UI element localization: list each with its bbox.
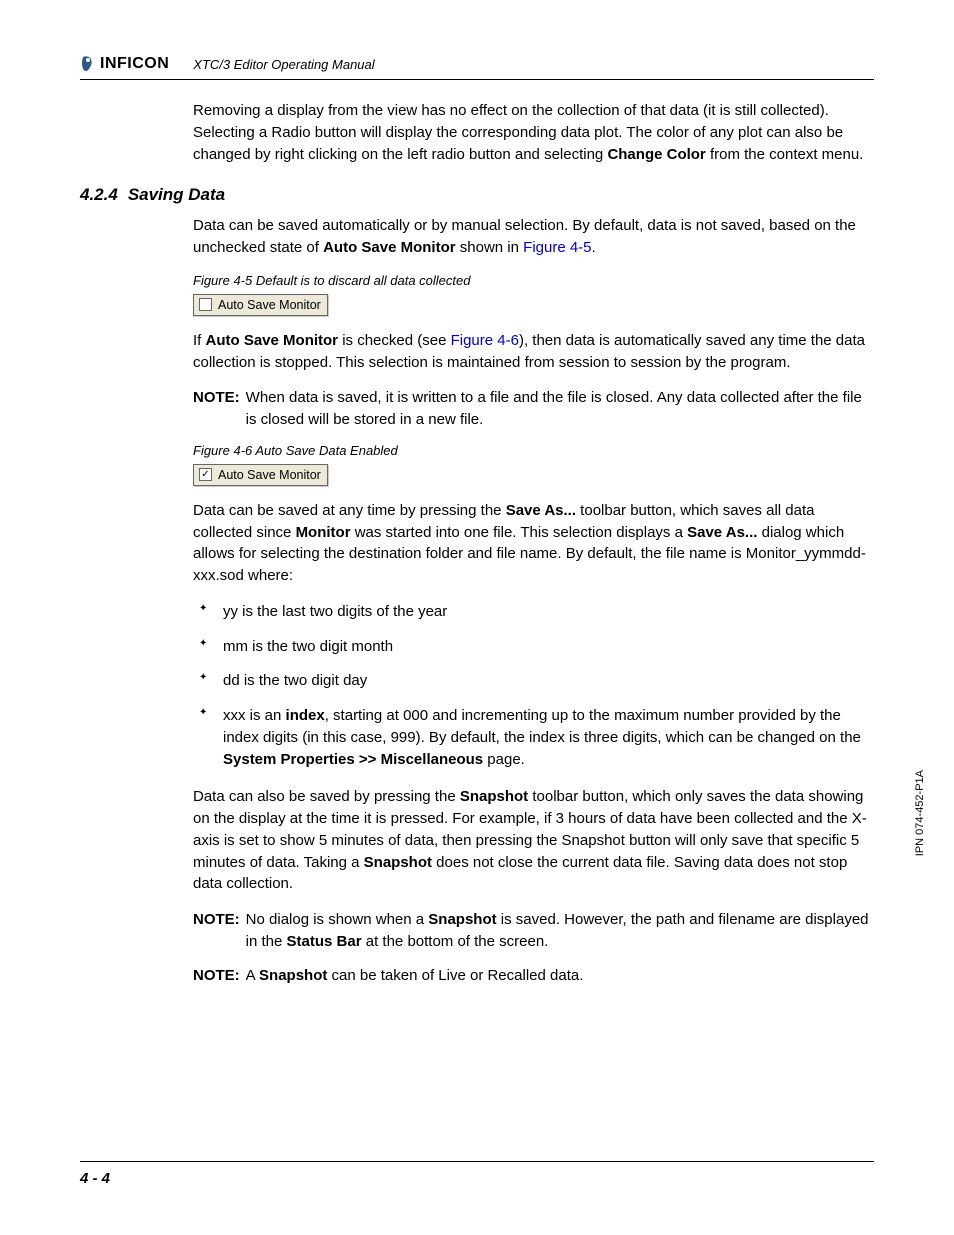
list-item: xxx is an index, starting at 000 and inc… (199, 705, 874, 770)
intro-paragraph: Removing a display from the view has no … (193, 100, 874, 165)
list-item: yy is the last two digits of the year (199, 601, 874, 623)
checkbox-icon: ✓ (199, 468, 212, 481)
page-number: 4 - 4 (80, 1170, 110, 1187)
paragraph: Data can also be saved by pressing the S… (193, 786, 874, 895)
auto-save-checkbox-checked: ✓ Auto Save Monitor (193, 464, 328, 486)
section-heading: 4.2.4 Saving Data (80, 185, 874, 205)
note: NOTE: No dialog is shown when a Snapshot… (193, 909, 874, 953)
manual-title: XTC/3 Editor Operating Manual (193, 57, 374, 73)
note-label: NOTE: (193, 909, 240, 953)
logo-text: INFICON (100, 55, 169, 73)
logo: INFICON (80, 55, 169, 73)
list-item: mm is the two digit month (199, 636, 874, 658)
checkbox-label: Auto Save Monitor (218, 468, 321, 482)
page-header: INFICON XTC/3 Editor Operating Manual (80, 55, 874, 80)
note-label: NOTE: (193, 965, 240, 987)
logo-icon (80, 55, 96, 73)
figure-caption: Figure 4-6 Auto Save Data Enabled (193, 443, 874, 458)
note-text: When data is saved, it is written to a f… (246, 387, 874, 431)
checkbox-icon (199, 298, 212, 311)
note: NOTE: When data is saved, it is written … (193, 387, 874, 431)
figure-link[interactable]: Figure 4-5 (523, 239, 591, 256)
paragraph: Data can be saved automatically or by ma… (193, 215, 874, 259)
section-number: 4.2.4 (80, 185, 118, 205)
document-id: IPN 074-452-P1A (914, 770, 926, 856)
checkbox-label: Auto Save Monitor (218, 298, 321, 312)
section-title: Saving Data (128, 185, 225, 205)
note-label: NOTE: (193, 387, 240, 431)
filename-parts-list: yy is the last two digits of the year mm… (193, 601, 874, 771)
list-item: dd is the two digit day (199, 670, 874, 692)
auto-save-checkbox-unchecked: Auto Save Monitor (193, 294, 328, 316)
note: NOTE: A Snapshot can be taken of Live or… (193, 965, 874, 987)
note-text: A Snapshot can be taken of Live or Recal… (246, 965, 584, 987)
paragraph: Data can be saved at any time by pressin… (193, 500, 874, 587)
note-text: No dialog is shown when a Snapshot is sa… (246, 909, 874, 953)
figure-caption: Figure 4-5 Default is to discard all dat… (193, 273, 874, 288)
paragraph: If Auto Save Monitor is checked (see Fig… (193, 330, 874, 374)
page-footer: 4 - 4 (80, 1161, 874, 1187)
figure-link[interactable]: Figure 4-6 (451, 332, 519, 349)
